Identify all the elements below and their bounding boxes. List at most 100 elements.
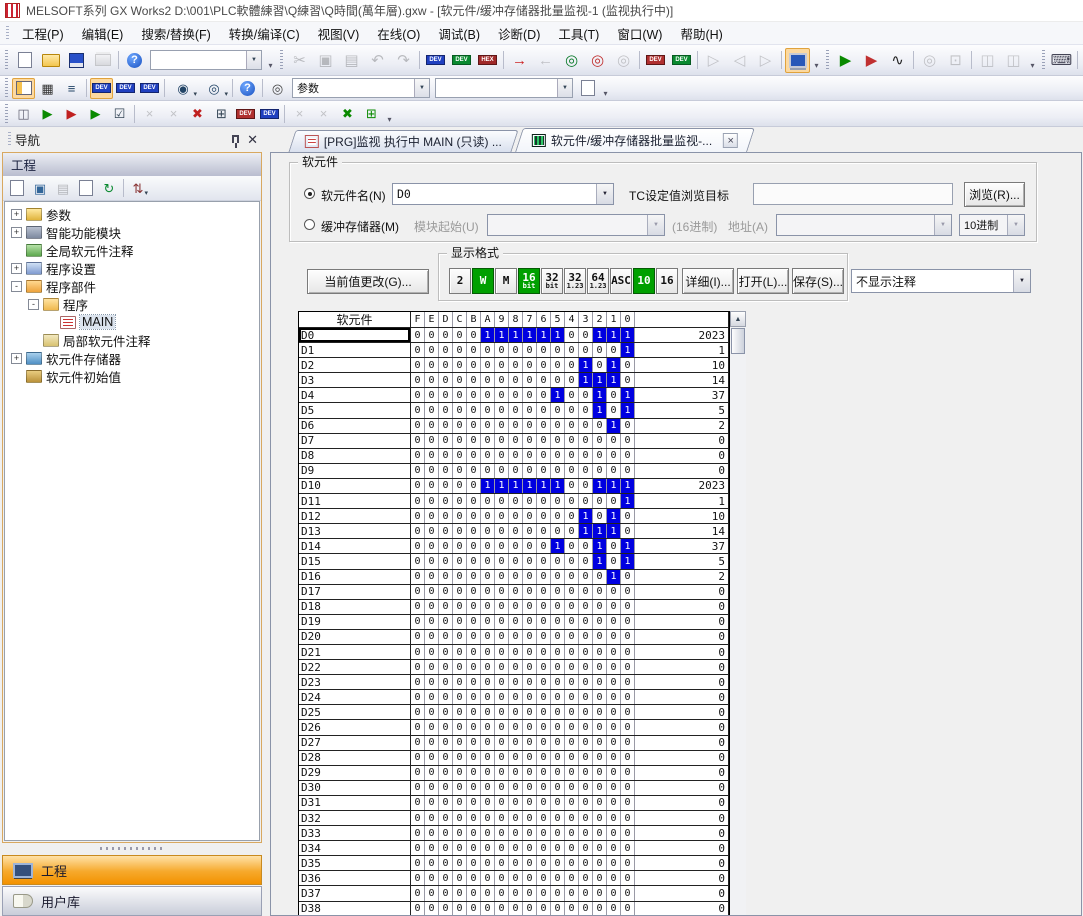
bit-cell[interactable]: 0 bbox=[467, 720, 481, 734]
device-cell[interactable]: D24 bbox=[299, 690, 411, 704]
bit-cell[interactable]: 0 bbox=[551, 751, 565, 765]
bit-cell[interactable]: 0 bbox=[425, 524, 439, 538]
bit-cell[interactable]: 0 bbox=[579, 811, 593, 825]
bit-cell[interactable]: 1 bbox=[523, 328, 537, 342]
bit-cell[interactable]: 0 bbox=[551, 343, 565, 357]
bit-cell[interactable]: 0 bbox=[523, 720, 537, 734]
bit-cell[interactable]: 0 bbox=[537, 766, 551, 780]
value-cell[interactable]: 37 bbox=[635, 539, 729, 553]
bit-cell[interactable]: 0 bbox=[467, 796, 481, 810]
bit-cell[interactable]: 0 bbox=[425, 630, 439, 644]
statement-delete-icon[interactable]: ✖ bbox=[186, 103, 209, 124]
bit-cell[interactable]: 0 bbox=[481, 570, 495, 584]
bit-cell[interactable]: 0 bbox=[565, 464, 579, 478]
bit-cell[interactable]: 0 bbox=[551, 509, 565, 523]
bit-cell[interactable]: 0 bbox=[621, 902, 635, 916]
bit-cell[interactable]: 0 bbox=[509, 751, 523, 765]
bit-cell[interactable]: 1 bbox=[607, 328, 621, 342]
bit-cell[interactable]: 0 bbox=[411, 464, 425, 478]
device-cell[interactable]: D5 bbox=[299, 403, 411, 417]
bit-cell[interactable]: 0 bbox=[495, 570, 509, 584]
quick-launch-combo[interactable]: ▼ bbox=[150, 50, 262, 70]
address-base-combobox[interactable]: 10进制 ▼ bbox=[959, 214, 1025, 236]
bit-cell[interactable]: 0 bbox=[495, 449, 509, 463]
bit-cell[interactable]: 0 bbox=[453, 343, 467, 357]
bit-cell[interactable]: 0 bbox=[425, 449, 439, 463]
bit-cell[interactable]: 0 bbox=[537, 509, 551, 523]
bit-cell[interactable]: 0 bbox=[453, 645, 467, 659]
bit-cell[interactable]: 0 bbox=[523, 871, 537, 885]
device-cell[interactable]: D34 bbox=[299, 841, 411, 855]
bit-cell[interactable]: 0 bbox=[593, 509, 607, 523]
device-cell[interactable]: D36 bbox=[299, 871, 411, 885]
bit-cell[interactable]: 0 bbox=[537, 419, 551, 433]
bit-cell[interactable]: 0 bbox=[481, 811, 495, 825]
bit-cell[interactable]: 0 bbox=[481, 419, 495, 433]
bit-cell[interactable]: 0 bbox=[453, 524, 467, 538]
toolbar-grip[interactable] bbox=[5, 50, 8, 70]
bit-cell[interactable]: 0 bbox=[453, 751, 467, 765]
refresh-display-icon[interactable]: ↻ bbox=[98, 178, 120, 198]
bit-cell[interactable]: 0 bbox=[607, 539, 621, 553]
bit-cell[interactable]: 0 bbox=[509, 539, 523, 553]
bit-cell[interactable]: 0 bbox=[495, 494, 509, 508]
bit-cell[interactable]: 0 bbox=[621, 645, 635, 659]
bit-cell[interactable]: 0 bbox=[509, 630, 523, 644]
bit-cell[interactable]: 0 bbox=[481, 494, 495, 508]
bit-cell[interactable]: 0 bbox=[551, 449, 565, 463]
bit-cell[interactable]: 0 bbox=[495, 886, 509, 900]
menu-debug[interactable]: 调试(B) bbox=[429, 21, 489, 46]
value-cell[interactable]: 5 bbox=[635, 403, 729, 417]
bit-cell[interactable]: 0 bbox=[607, 464, 621, 478]
bit-cell[interactable]: 0 bbox=[523, 554, 537, 568]
bit-cell[interactable]: 0 bbox=[467, 600, 481, 614]
bit-cell[interactable]: 1 bbox=[495, 479, 509, 493]
bit-cell[interactable]: 0 bbox=[509, 675, 523, 689]
bit-cell[interactable]: 0 bbox=[467, 660, 481, 674]
bit-cell[interactable]: 0 bbox=[579, 796, 593, 810]
bit-cell[interactable]: 0 bbox=[565, 343, 579, 357]
bit-cell[interactable]: 0 bbox=[453, 841, 467, 855]
bit-cell[interactable]: 0 bbox=[593, 600, 607, 614]
bit-cell[interactable]: 0 bbox=[467, 388, 481, 402]
inline-st-insert-icon[interactable]: ◫ bbox=[12, 103, 35, 124]
bit-cell[interactable]: 0 bbox=[523, 796, 537, 810]
bit-cell[interactable]: 0 bbox=[579, 403, 593, 417]
bit-cell[interactable]: 0 bbox=[467, 615, 481, 629]
bit-cell[interactable]: 0 bbox=[593, 841, 607, 855]
bit-cell[interactable]: 0 bbox=[593, 811, 607, 825]
bit-cell[interactable]: 0 bbox=[467, 675, 481, 689]
bit-cell[interactable]: 0 bbox=[425, 585, 439, 599]
bit-cell[interactable]: 0 bbox=[565, 494, 579, 508]
device-batch-monitor-icon[interactable]: DEV bbox=[114, 78, 137, 99]
bit-cell[interactable]: 0 bbox=[467, 811, 481, 825]
bit-cell[interactable]: 0 bbox=[579, 615, 593, 629]
bit-cell[interactable]: 0 bbox=[537, 856, 551, 870]
bit-cell[interactable]: 0 bbox=[621, 585, 635, 599]
program-pause-icon[interactable]: ▶ bbox=[36, 103, 59, 124]
bit-cell[interactable]: 0 bbox=[481, 600, 495, 614]
bit-cell[interactable]: 0 bbox=[411, 886, 425, 900]
value-cell[interactable]: 0 bbox=[635, 766, 729, 780]
bit-cell[interactable]: 0 bbox=[537, 373, 551, 387]
value-cell[interactable]: 0 bbox=[635, 781, 729, 795]
bit-cell[interactable]: 0 bbox=[495, 464, 509, 478]
bit-cell[interactable]: 0 bbox=[495, 811, 509, 825]
bit-cell[interactable]: 0 bbox=[411, 403, 425, 417]
bit-cell[interactable]: 0 bbox=[411, 630, 425, 644]
bit-cell[interactable]: 1 bbox=[621, 554, 635, 568]
bit-cell[interactable]: 0 bbox=[593, 736, 607, 750]
bit-cell[interactable]: 0 bbox=[425, 645, 439, 659]
bit-cell[interactable]: 0 bbox=[607, 751, 621, 765]
menu-view[interactable]: 视图(V) bbox=[309, 21, 369, 46]
scrollbar-thumb[interactable] bbox=[731, 328, 745, 354]
value-cell[interactable]: 0 bbox=[635, 705, 729, 719]
device-cell[interactable]: D23 bbox=[299, 675, 411, 689]
bit-cell[interactable]: 0 bbox=[523, 886, 537, 900]
menu-window[interactable]: 窗口(W) bbox=[608, 21, 671, 46]
bit-cell[interactable]: 1 bbox=[593, 388, 607, 402]
chevron-down-icon[interactable]: ▼ bbox=[596, 184, 613, 204]
bit-cell[interactable]: 0 bbox=[523, 660, 537, 674]
bit-cell[interactable]: 0 bbox=[579, 720, 593, 734]
table-scrollbar[interactable]: ▲ bbox=[730, 311, 746, 916]
